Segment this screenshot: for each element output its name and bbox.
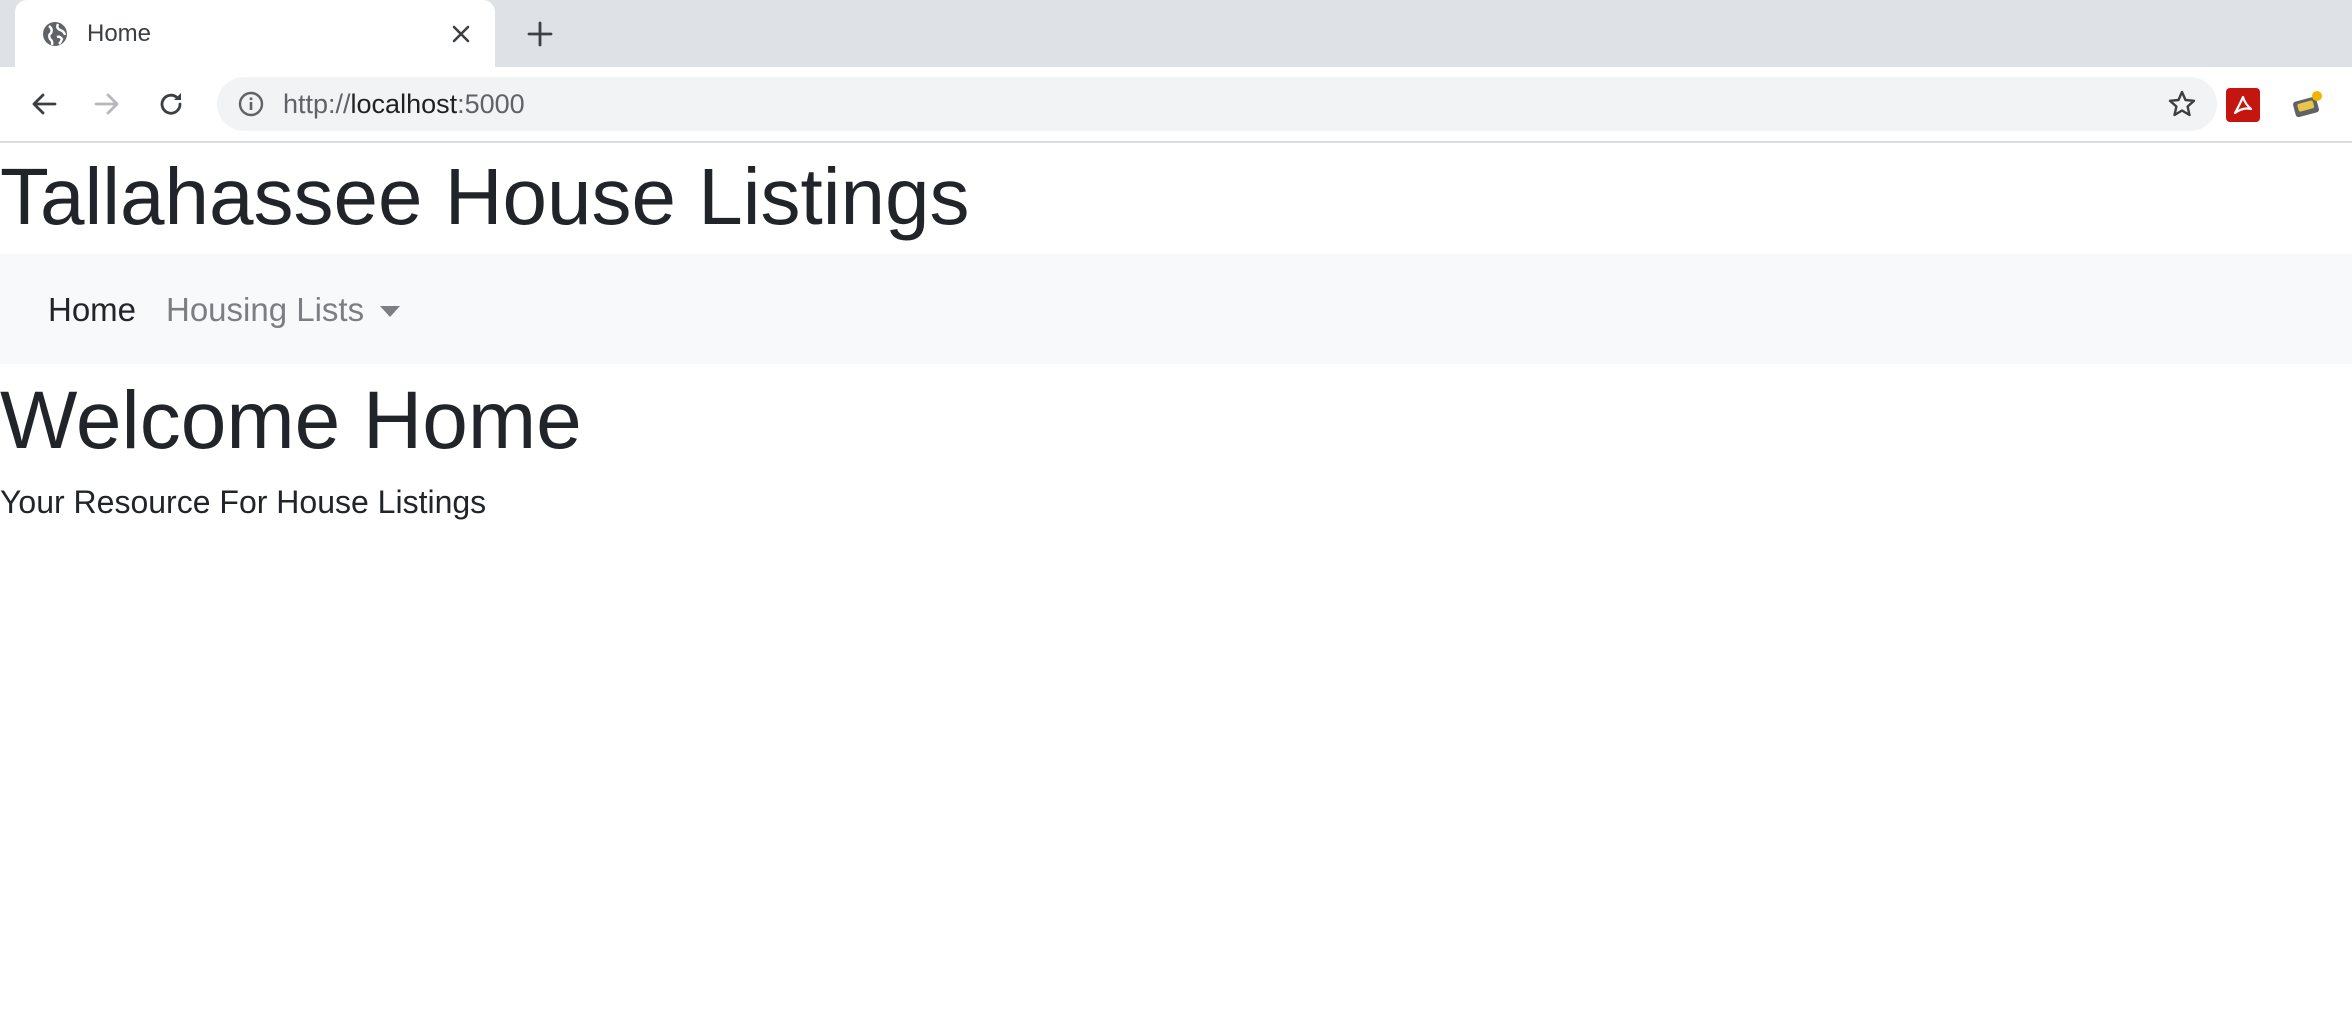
arrow-left-icon[interactable] <box>24 84 64 124</box>
globe-icon <box>41 20 69 48</box>
nav-dropdown-housing-lists[interactable]: Housing Lists <box>166 290 401 330</box>
reload-icon[interactable] <box>151 84 191 124</box>
page-heading: Welcome Home <box>0 375 582 466</box>
caret-down-icon <box>380 305 401 317</box>
url-host: localhost <box>350 89 458 119</box>
plus-icon[interactable] <box>524 18 556 50</box>
page-subtitle: Your Resource For House Listings <box>0 484 487 520</box>
site-title: Tallahassee House Listings <box>0 152 970 241</box>
browser-toolbar: http://localhost:5000 <box>0 67 2352 143</box>
url-text[interactable]: http://localhost:5000 <box>283 89 525 119</box>
browser-tabstrip: Home <box>0 0 2352 67</box>
arrow-right-icon[interactable] <box>87 84 127 124</box>
acrobat-pdf-icon[interactable] <box>2226 88 2260 122</box>
nav-dropdown-label: Housing Lists <box>166 291 365 328</box>
star-icon[interactable] <box>2167 89 2197 119</box>
url-port: :5000 <box>457 89 525 119</box>
page-content: Tallahassee House Listings Home Housing … <box>0 143 2352 1017</box>
extension-icon[interactable] <box>2290 87 2326 123</box>
site-navbar: Home Housing Lists <box>0 254 2352 364</box>
address-bar[interactable]: http://localhost:5000 <box>217 77 2217 131</box>
nav-link-home[interactable]: Home <box>48 290 136 330</box>
tab-title: Home <box>87 20 152 47</box>
close-icon[interactable] <box>447 20 475 48</box>
url-scheme: http:// <box>283 89 351 119</box>
info-icon[interactable] <box>237 90 265 118</box>
browser-tab-home[interactable]: Home <box>15 0 495 67</box>
